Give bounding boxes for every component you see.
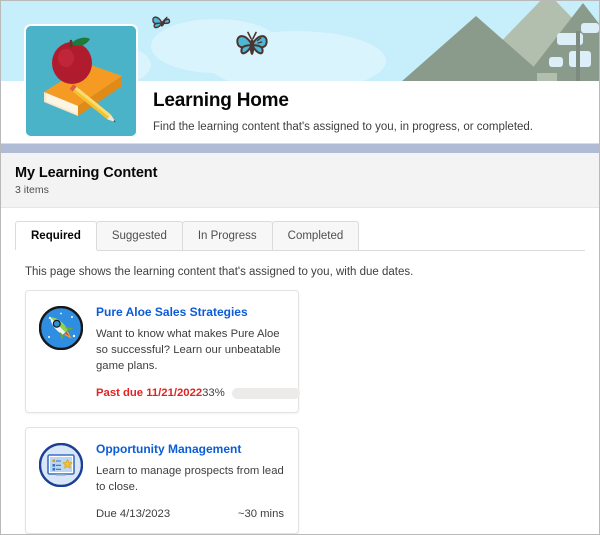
card-progress: 33% xyxy=(202,387,300,399)
tab-completed[interactable]: Completed xyxy=(271,221,360,250)
progress-percent-label: 33% xyxy=(202,387,225,399)
presentation-star-icon xyxy=(38,442,84,488)
learning-card[interactable]: Opportunity Management Learn to manage p… xyxy=(25,427,299,534)
pole-shape xyxy=(576,31,580,81)
content-area: This page shows the learning content tha… xyxy=(1,251,599,534)
learning-card[interactable]: Pure Aloe Sales Strategies Want to know … xyxy=(25,290,300,413)
section-title: My Learning Content xyxy=(15,165,158,181)
butterfly-small-icon xyxy=(151,13,175,33)
snow-patch xyxy=(549,57,563,67)
tab-required[interactable]: Required xyxy=(15,221,97,250)
section-header: My Learning Content 3 items xyxy=(1,153,599,208)
learning-cards-grid: Pure Aloe Sales Strategies Want to know … xyxy=(15,290,585,534)
tabs-container: Required Suggested In Progress Completed xyxy=(1,208,599,251)
tab-suggested[interactable]: Suggested xyxy=(95,221,183,250)
section-divider-band xyxy=(1,144,599,153)
content-description: This page shows the learning content tha… xyxy=(25,266,414,278)
hero-divider xyxy=(1,143,599,144)
book-apple-icon xyxy=(24,24,138,138)
tab-in-progress[interactable]: In Progress xyxy=(181,221,273,250)
progress-bar-track xyxy=(231,387,300,399)
card-meta: Past due 11/21/2022 33% xyxy=(96,387,300,399)
hero-text-block: Learning Home Find the learning content … xyxy=(153,89,533,134)
card-body: Pure Aloe Sales Strategies Want to know … xyxy=(96,304,300,399)
card-description: Learn to manage prospects from lead to c… xyxy=(96,465,284,493)
card-meta: Due 4/13/2023 ~30 mins xyxy=(96,508,284,520)
tab-list: Required Suggested In Progress Completed xyxy=(15,221,585,251)
section-item-count: 3 items xyxy=(15,184,49,196)
page-subtitle: Find the learning content that's assigne… xyxy=(153,121,533,133)
mountain-icon xyxy=(401,16,551,81)
card-description: Want to know what makes Pure Aloe so suc… xyxy=(96,328,281,372)
card-body: Opportunity Management Learn to manage p… xyxy=(96,441,284,520)
rocket-icon xyxy=(38,305,84,351)
hero-banner: Learning Home Find the learning content … xyxy=(1,1,599,144)
card-duration: ~30 mins xyxy=(237,508,284,520)
card-due-date: Past due 11/21/2022 xyxy=(96,387,203,399)
learning-home-page: Learning Home Find the learning content … xyxy=(0,0,600,535)
snow-patch xyxy=(569,51,591,67)
page-title: Learning Home xyxy=(153,90,289,111)
rock-shape xyxy=(537,73,557,81)
snow-patch xyxy=(581,23,599,33)
butterfly-large-icon xyxy=(233,29,271,63)
card-title-link[interactable]: Pure Aloe Sales Strategies xyxy=(96,304,284,320)
card-title-link[interactable]: Opportunity Management xyxy=(96,441,284,457)
card-due-date: Due 4/13/2023 xyxy=(96,508,171,520)
